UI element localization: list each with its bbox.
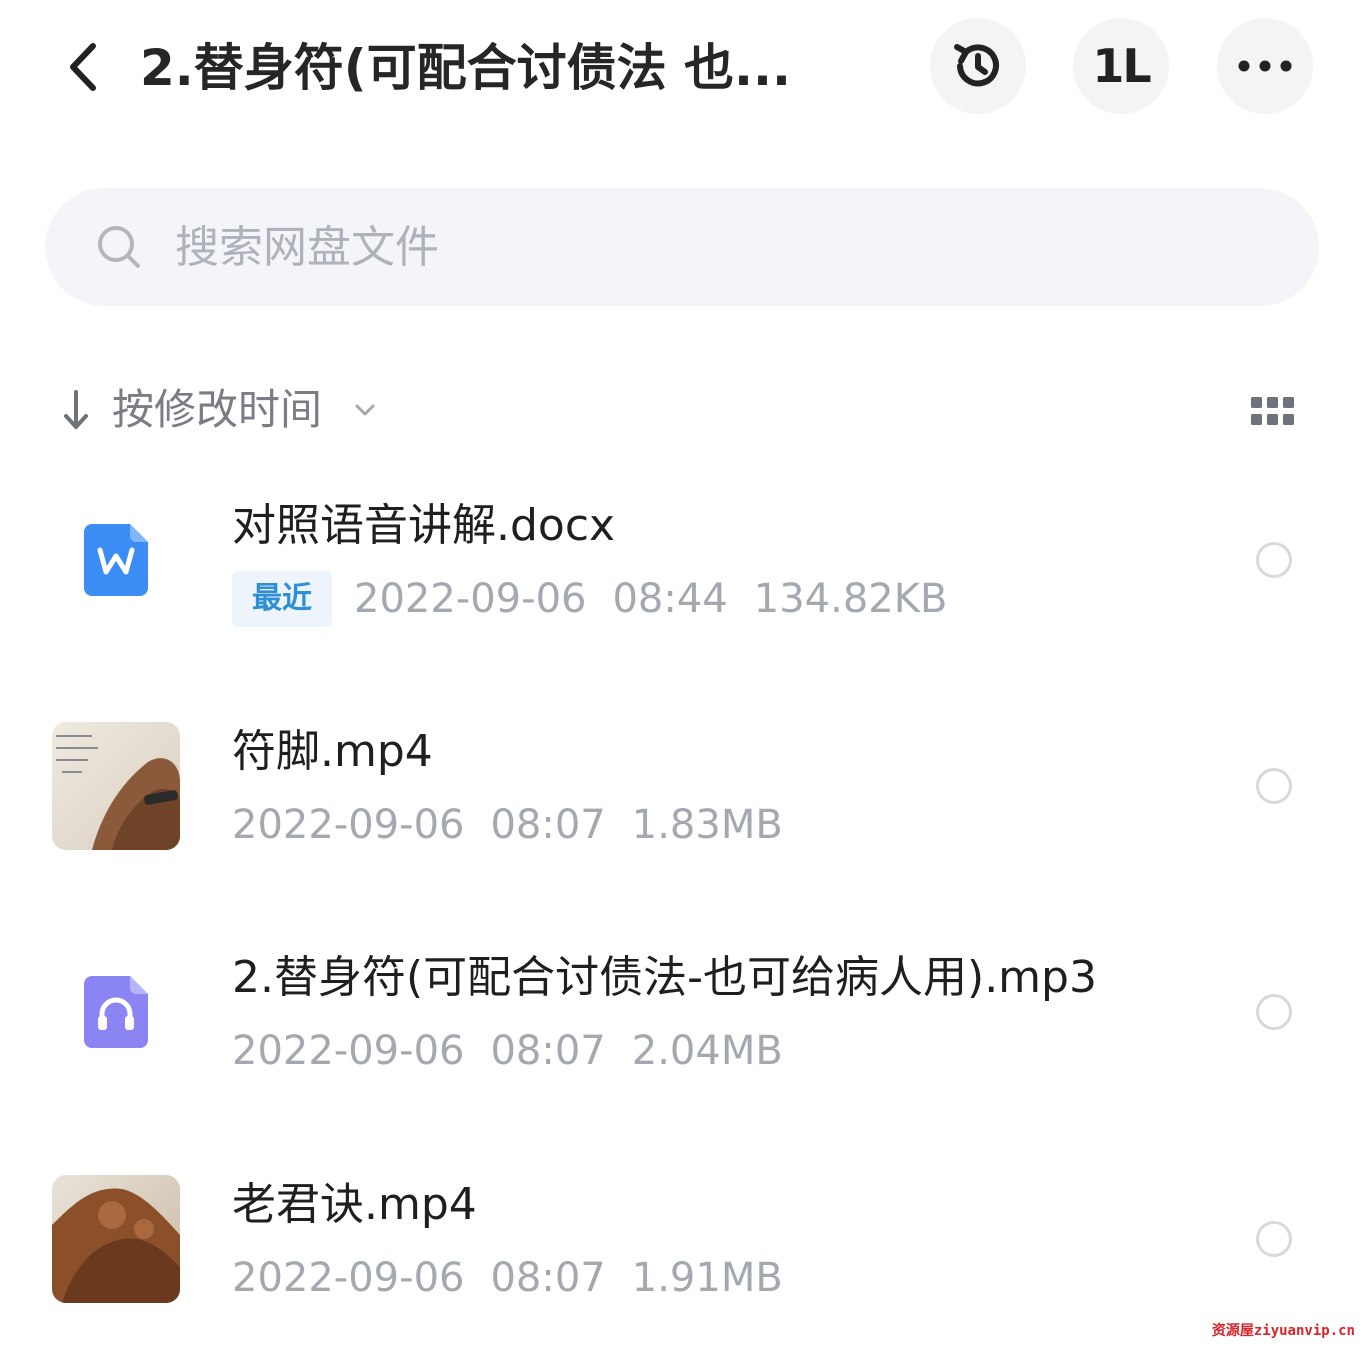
file-date: 2022-09-06 xyxy=(232,802,465,848)
file-size: 2.04MB xyxy=(631,1028,783,1074)
grid-view-icon[interactable] xyxy=(1250,395,1296,427)
file-time: 08:07 xyxy=(490,1255,606,1301)
file-date: 2022-09-06 xyxy=(232,1255,465,1301)
video-thumbnail xyxy=(52,722,180,850)
top-bar: 2.替身符(可配合讨债法 也... 1L xyxy=(0,0,1363,135)
file-date: 2022-09-06 xyxy=(354,576,587,622)
select-checkbox[interactable] xyxy=(1256,768,1292,804)
file-row[interactable]: 2.替身符(可配合讨债法-也可给病人用).mp3 2022-09-06 08:0… xyxy=(0,928,1363,1154)
file-time: 08:07 xyxy=(490,1028,606,1074)
file-name: 符脚.mp4 xyxy=(232,726,433,777)
file-row[interactable]: 符脚.mp4 2022-09-06 08:07 1.83MB xyxy=(0,702,1363,928)
video-thumbnail xyxy=(52,1175,180,1303)
history-icon xyxy=(954,44,999,87)
file-size: 1.91MB xyxy=(631,1255,783,1301)
word-doc-icon xyxy=(52,496,180,624)
file-meta: 2022-09-06 08:07 2.04MB xyxy=(232,1023,783,1079)
more-button[interactable] xyxy=(1217,18,1313,114)
search-input[interactable] xyxy=(175,212,1175,282)
file-meta: 最近 2022-09-06 08:44 134.82KB xyxy=(232,571,947,627)
file-size: 1.83MB xyxy=(631,802,783,848)
back-button[interactable] xyxy=(52,32,112,102)
file-name: 2.替身符(可配合讨债法-也可给病人用).mp3 xyxy=(232,952,1097,1003)
sort-by-modified-time[interactable]: 按修改时间 xyxy=(112,379,322,441)
recent-badge: 最近 xyxy=(232,571,332,627)
select-checkbox[interactable] xyxy=(1256,994,1292,1030)
arrow-down-icon xyxy=(64,390,88,429)
page-title: 2.替身符(可配合讨债法 也... xyxy=(140,39,792,97)
file-date: 2022-09-06 xyxy=(232,1028,465,1074)
select-checkbox[interactable] xyxy=(1256,542,1292,578)
sort-swap-icon: 1L xyxy=(1092,39,1151,93)
file-size: 134.82KB xyxy=(753,576,948,622)
file-time: 08:44 xyxy=(612,576,728,622)
search-bar[interactable] xyxy=(45,188,1319,306)
file-meta: 2022-09-06 08:07 1.91MB xyxy=(232,1250,783,1306)
sort-bar: 按修改时间 xyxy=(0,375,1363,445)
file-row[interactable]: 老君诀.mp4 2022-09-06 08:07 1.91MB xyxy=(0,1155,1363,1354)
select-checkbox[interactable] xyxy=(1256,1221,1292,1257)
file-meta: 2022-09-06 08:07 1.83MB xyxy=(232,797,783,853)
sort-swap-button[interactable]: 1L xyxy=(1073,18,1169,114)
history-button[interactable] xyxy=(930,18,1026,114)
file-name: 对照语音讲解.docx xyxy=(232,500,616,551)
file-name: 老君诀.mp4 xyxy=(232,1179,477,1230)
file-time: 08:07 xyxy=(490,802,606,848)
file-row[interactable]: 对照语音讲解.docx 最近 2022-09-06 08:44 134.82KB xyxy=(0,476,1363,702)
watermark: 资源屋ziyuanvip.cn xyxy=(1211,1323,1355,1339)
audio-file-icon xyxy=(52,948,180,1076)
search-icon xyxy=(98,226,140,268)
chevron-down-icon[interactable] xyxy=(352,397,378,423)
more-horizontal-icon xyxy=(1238,60,1292,72)
chevron-left-icon xyxy=(70,43,96,91)
